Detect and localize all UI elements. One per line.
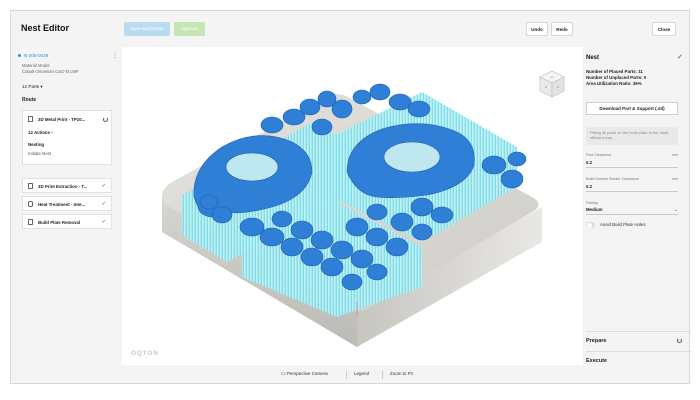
route-step-card-print[interactable]: 3D Metal Print - TP10... 12 Actions › Ne… [22,110,112,165]
nest-section-title: Nest [586,55,600,61]
route-step-card-extraction[interactable]: 3D Print Extraction - T... ✓ [22,178,112,193]
approve-button[interactable]: Approve [174,22,205,36]
input-underline [586,214,678,215]
route-step-card-removal[interactable]: Build Plate Removal ✓ [22,214,112,229]
placed-parts-stat: Number of Placed Parts: 11 [586,69,643,74]
check-icon: ✓ [101,201,106,207]
fidelity-select[interactable]: Medium [586,207,678,212]
avoid-holes-toggle[interactable] [586,222,595,228]
oqton-logo: OQTON [131,350,159,357]
part-clearance-label: Part Clearance [586,153,612,157]
initiate-nest-link[interactable]: Initiate Nest [28,151,51,156]
route-label: Route [22,97,37,103]
plate-icon [28,219,33,225]
parts-count: 12 Parts [22,84,40,89]
build-plate-render[interactable] [122,47,583,365]
zoom-to-fit-button[interactable]: Zoom to Fit [390,371,413,376]
material-label: Material Model [22,63,50,68]
avoid-holes-label: Avoid Build Plate Holes [600,222,646,227]
legend-button[interactable]: Legend [354,371,369,376]
nest-info-message: Fitting all parts on the build plate in … [586,127,678,145]
perspective-camera-label: Perspective Camera [287,371,328,376]
page-title: Nest Editor [21,23,70,33]
parts-dropdown[interactable]: 12 Parts ▾ [22,84,43,90]
more-options-icon[interactable]: ⋮ [112,52,118,59]
header: Nest Editor Save and Rerun Approve Undo … [11,11,691,47]
part-clearance-input[interactable]: 0.2 [586,160,678,165]
actions-count: 12 Actions [28,130,51,135]
step-title: 3D Print Extraction - T... [38,184,88,189]
nesting-label: Nesting [28,142,45,147]
divider [586,351,691,352]
chevron-down-icon: ⌄ [674,207,678,212]
camera-icon: ▭ [281,371,286,377]
loading-spinner-icon [677,338,682,343]
redo-button[interactable]: Redo [551,22,573,36]
prepare-section-title[interactable]: Prepare [586,338,607,344]
utilization-stat: Area Utilization Ratio: 35% [586,81,642,86]
divider [586,331,691,332]
job-id-text: N-205-0039 [24,53,49,58]
border-clearance-unit: mm [672,177,679,181]
save-and-rerun-button[interactable]: Save and Rerun [124,22,170,36]
check-icon: ✓ [101,183,106,189]
step-title: Heat Treatment - Inte... [38,202,86,207]
loading-spinner-icon [103,117,108,122]
status-dot-icon [18,54,21,58]
border-clearance-input[interactable]: 0.2 [586,184,678,189]
printer-icon [28,183,33,189]
right-panel: Nest ✓ Number of Placed Parts: 11 Number… [586,47,691,365]
printer-icon [28,116,33,122]
step-title: 3D Metal Print - TP10... [38,117,86,122]
actions-dropdown[interactable]: 12 Actions › [28,130,53,135]
close-button[interactable]: Close [652,22,676,36]
furnace-icon [28,201,33,207]
chevron-right-icon: › [51,130,53,135]
input-underline [586,167,678,168]
view-cube[interactable] [539,70,565,98]
perspective-camera-button[interactable]: ▭ Perspective Camera [281,371,328,377]
divider [382,371,383,379]
download-part-support-button[interactable]: Download Part & Support (.stl) [586,102,678,115]
border-clearance-label: Build Volume Border Clearance [586,177,639,181]
undo-button[interactable]: Undo [526,22,548,36]
fidelity-label: Fidelity [586,201,599,205]
unplaced-parts-stat: Number of Unplaced Parts: 0 [586,75,647,80]
part-clearance-unit: mm [672,153,679,157]
app-window: Nest Editor Save and Rerun Approve Undo … [10,10,691,384]
route-step-card-heat[interactable]: Heat Treatment - Inte... ✓ [22,196,112,211]
input-underline [586,191,678,192]
job-id-link[interactable]: N-205-0039 [18,53,48,58]
execute-section-title[interactable]: Execute [586,358,607,364]
chevron-down-icon: ▾ [40,84,43,89]
check-icon: ✓ [101,219,106,225]
3d-viewport[interactable]: OQTON [122,47,583,365]
step-title: Build Plate Removal [38,220,81,225]
material-value: Cobalt-chromium CoCr-B LMF [22,69,79,74]
check-icon: ✓ [677,54,683,61]
left-panel: N-205-0039 ⋮ Material Model Cobalt-chrom… [11,47,119,365]
divider [346,371,347,379]
